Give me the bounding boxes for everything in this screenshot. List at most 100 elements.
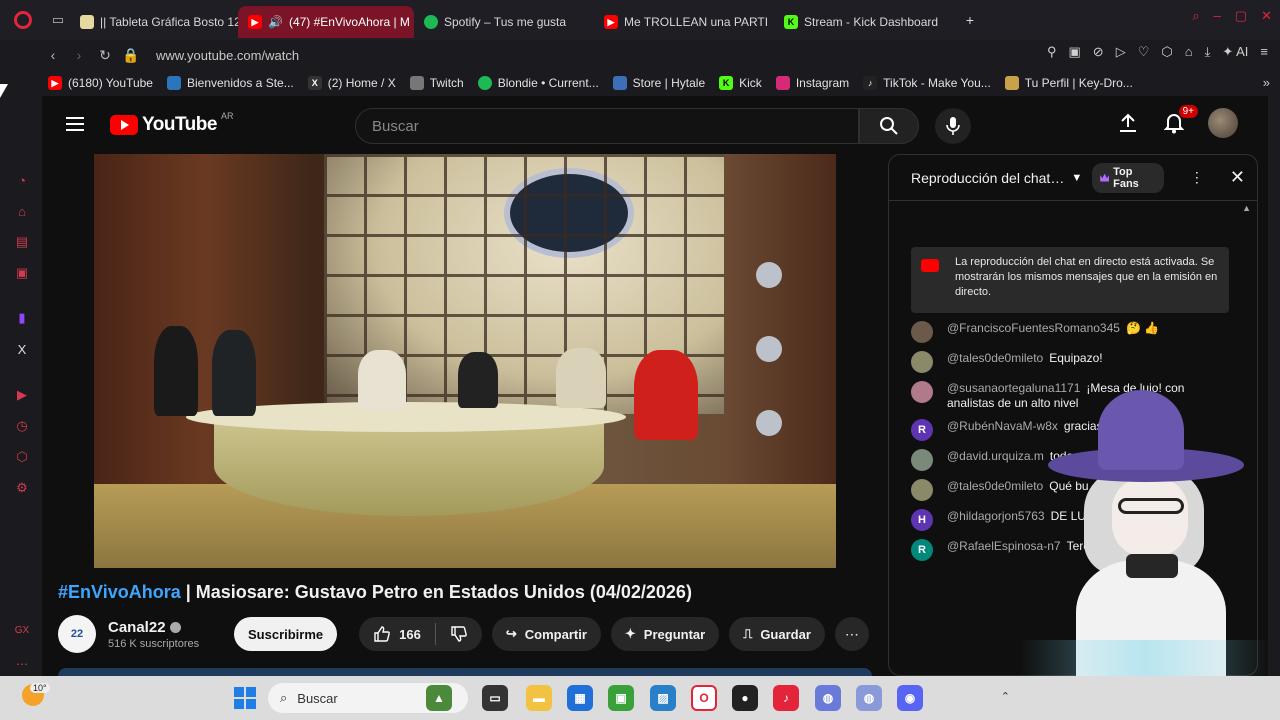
sidebar-history-icon[interactable]: ◷ <box>14 418 30 434</box>
task-view-icon[interactable]: ▭ <box>482 685 508 711</box>
bookmark-steam[interactable]: Bienvenidos a Ste... <box>166 76 294 90</box>
chat-author-avatar[interactable] <box>911 381 933 403</box>
account-avatar[interactable] <box>1208 108 1238 138</box>
tab-youtube-active[interactable]: ▶ 🔊 (47) #EnVivoAhora | M <box>238 6 414 38</box>
chat-author-avatar[interactable] <box>911 449 933 471</box>
top-fans-chip[interactable]: Top Fans <box>1092 162 1164 193</box>
extensions-icon[interactable]: ⬡ <box>1161 44 1172 60</box>
file-explorer-icon[interactable]: ▬ <box>526 685 552 711</box>
video-player[interactable] <box>94 154 836 568</box>
app-icon-2[interactable]: ◍ <box>856 685 882 711</box>
notifications-bell-icon[interactable]: 9+ <box>1162 105 1198 135</box>
sidebar-workspace-icon[interactable]: ⌂ <box>14 203 30 219</box>
discord-icon[interactable]: ◉ <box>897 685 923 711</box>
download-icon[interactable]: ⤓ <box>1205 44 1211 60</box>
close-icon[interactable]: ✕ <box>1230 167 1245 188</box>
description-box[interactable] <box>58 668 872 676</box>
sidebar-aria-icon[interactable]: ◔ <box>14 172 30 188</box>
app-icon[interactable]: ◍ <box>815 685 841 711</box>
tab-spotify[interactable]: Spotify – Tus me gusta <box>414 6 594 38</box>
close-window-icon[interactable]: ✕ <box>1261 8 1272 24</box>
tab-video[interactable]: ▶ Me TROLLEAN una PARTI <box>594 6 774 38</box>
tab-tableta[interactable]: || Tableta Gráfica Bosto 12 <box>70 6 238 38</box>
store-icon[interactable]: ▦ <box>567 685 593 711</box>
easy-setup-icon[interactable]: ≡ <box>1260 44 1268 60</box>
obs-icon[interactable]: ● <box>732 685 758 711</box>
sidebar-messenger-icon[interactable]: ▣ <box>14 265 30 281</box>
chat-more-icon[interactable]: ⋮ <box>1190 169 1204 186</box>
chat-author-avatar[interactable] <box>911 479 933 501</box>
youtube-logo[interactable]: YouTube AR <box>110 111 233 136</box>
minecraft-icon[interactable]: ▣ <box>608 685 634 711</box>
maximize-icon[interactable]: ▢ <box>1235 8 1247 24</box>
chat-author-avatar[interactable]: R <box>911 539 933 561</box>
tab-menu-icon[interactable]: ▭ <box>46 0 70 40</box>
tray-overflow-icon[interactable]: ⌃ <box>1001 690 1010 703</box>
sidebar-x-icon[interactable]: X <box>14 341 30 357</box>
chat-title[interactable]: Reproducción del chat d... <box>911 170 1065 186</box>
pin-icon[interactable]: ⚲ <box>1047 44 1057 60</box>
share-button[interactable]: ↪ Compartir <box>491 617 601 651</box>
wallet-icon[interactable]: ⌂ <box>1185 44 1193 60</box>
voice-search-button[interactable] <box>935 108 971 144</box>
minimize-icon[interactable]: – <box>1214 8 1221 24</box>
bookmark-instagram[interactable]: Instagram <box>775 76 849 90</box>
back-icon[interactable]: ‹ <box>40 42 66 68</box>
sidebar-player-icon[interactable]: ▶ <box>14 387 30 403</box>
opera-logo-icon[interactable] <box>0 0 46 40</box>
chat-author-avatar[interactable] <box>911 351 933 373</box>
adblock-icon[interactable]: ⊘ <box>1093 44 1104 60</box>
sidebar-more-icon[interactable]: … <box>14 652 30 668</box>
sidebar-gx-icon[interactable]: GX <box>14 622 30 638</box>
chat-author-name[interactable]: @FranciscoFuentesRomano345 <box>947 321 1120 335</box>
bookmark-x[interactable]: X (2) Home / X <box>307 76 396 90</box>
tab-label: Me TROLLEAN una PARTI <box>624 15 769 29</box>
photos-icon[interactable]: ▨ <box>650 685 676 711</box>
search-tabs-icon[interactable]: ⌕ <box>1192 8 1199 24</box>
bookmark-tiktok[interactable]: ♪ TikTok - Make You... <box>863 76 991 90</box>
subscribe-button[interactable]: Suscribirme <box>234 617 338 651</box>
player-icon[interactable]: ▷ <box>1116 44 1126 60</box>
snapshot-icon[interactable]: ▣ <box>1068 44 1080 60</box>
heart-icon[interactable]: ♡ <box>1138 44 1150 60</box>
opera-gx-icon[interactable]: O <box>691 685 717 711</box>
bookmark-youtube[interactable]: ▶ (6180) YouTube <box>48 76 153 90</box>
tiktok-live-icon[interactable]: ♪ <box>773 685 799 711</box>
upload-icon[interactable] <box>1116 111 1140 135</box>
chat-author-avatar[interactable]: H <box>911 509 933 531</box>
bookmark-hytale[interactable]: Store | Hytale <box>612 76 705 90</box>
menu-icon[interactable] <box>66 117 84 131</box>
new-tab-icon[interactable]: + <box>958 8 982 32</box>
chat-author-name[interactable]: @tales0de0mileto <box>947 351 1043 365</box>
chat-author-avatar[interactable]: R <box>911 419 933 441</box>
search-input[interactable] <box>356 109 858 143</box>
ai-button[interactable]: ✦ AI <box>1222 44 1248 60</box>
title-hashtag-link[interactable]: #EnVivoAhora <box>58 582 181 602</box>
channel-avatar[interactable]: 22 <box>58 615 96 653</box>
ask-button[interactable]: ✦ Preguntar <box>610 617 720 651</box>
more-actions-icon[interactable]: ⋯ <box>834 617 869 651</box>
forward-icon[interactable]: › <box>66 42 92 68</box>
save-button[interactable]: ⎍ Guardar <box>729 617 825 651</box>
sidebar-extensions-icon[interactable]: ⬡ <box>14 449 30 465</box>
channel-name[interactable]: Canal22 <box>108 619 218 636</box>
bookmark-keydrop[interactable]: Tu Perfil | Key-Dro... <box>1004 76 1133 90</box>
sidebar-settings-icon[interactable]: ⚙ <box>14 480 30 496</box>
chevron-down-icon[interactable]: ▼ <box>1071 172 1082 184</box>
widgets-icon[interactable]: ▲ <box>426 685 452 711</box>
sidebar-twitch-icon[interactable]: ▮ <box>14 310 30 326</box>
tab-kick[interactable]: K Stream - Kick Dashboard <box>774 6 954 38</box>
chat-author-avatar[interactable] <box>911 321 933 343</box>
reload-icon[interactable]: ↻ <box>92 42 118 68</box>
like-button[interactable]: 166 <box>359 617 435 651</box>
dislike-button[interactable] <box>436 617 482 651</box>
bookmark-kick[interactable]: K Kick <box>719 76 762 90</box>
search-button[interactable] <box>859 108 919 144</box>
bookmark-twitch[interactable]: Twitch <box>409 76 464 90</box>
url-field[interactable]: www.youtube.com/watch <box>156 48 299 63</box>
sidebar-pinboard-icon[interactable]: ▤ <box>14 234 30 250</box>
windows-start-icon[interactable] <box>234 687 256 709</box>
scroll-up-icon[interactable]: ▲ <box>1242 203 1251 213</box>
bookmark-spotify[interactable]: Blondie • Current... <box>477 76 599 90</box>
bookmarks-overflow-icon[interactable]: » <box>1263 75 1270 90</box>
